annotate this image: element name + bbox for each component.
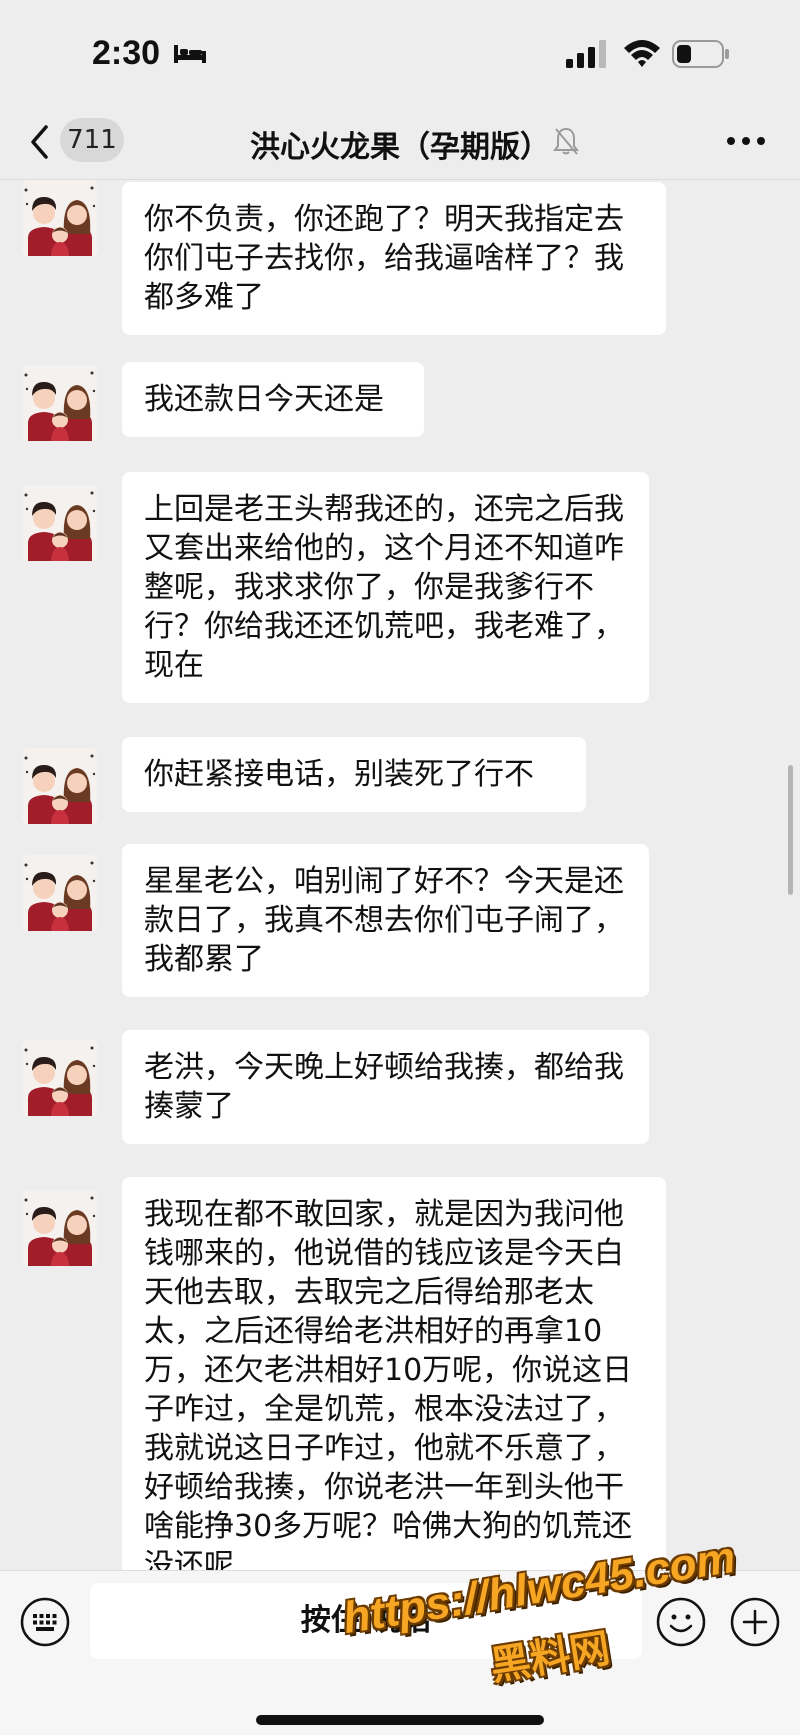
signal-icon bbox=[566, 40, 606, 68]
hold-to-talk-button[interactable]: 按住 说话 bbox=[90, 1583, 642, 1659]
home-indicator bbox=[256, 1715, 544, 1725]
scrollbar[interactable] bbox=[788, 765, 793, 895]
emoji-icon[interactable] bbox=[656, 1597, 706, 1647]
status-time: 2:30 bbox=[92, 34, 161, 72]
mute-icon bbox=[553, 127, 579, 155]
message-bubble[interactable]: 你赶紧接电话，别装死了行不 bbox=[122, 737, 586, 812]
message-bubble[interactable]: 我还款日今天还是 bbox=[122, 362, 424, 437]
avatar[interactable] bbox=[22, 1190, 98, 1266]
chat-title[interactable]: 洪心火龙果（孕期版） bbox=[0, 122, 800, 166]
avatar[interactable] bbox=[22, 748, 98, 824]
message-bubble[interactable]: 我现在都不敢回家，就是因为我问他钱哪来的，他说借的钱应该是今天白天他去取，去取完… bbox=[122, 1177, 666, 1603]
keyboard-icon[interactable] bbox=[20, 1597, 70, 1647]
message-bubble[interactable]: 上回是老王头帮我还的，还完之后我又套出来给他的，这个月还不知道咋整呢，我求求你了… bbox=[122, 472, 649, 703]
message-bubble[interactable]: 你不负责，你还跑了？明天我指定去你们屯子去找你，给我逼啥样了？我都多难了 bbox=[122, 182, 666, 335]
wifi-icon bbox=[624, 40, 660, 67]
chat-header: 711 洪心火龙果（孕期版） bbox=[0, 100, 800, 180]
avatar[interactable] bbox=[22, 180, 98, 256]
status-bar: 2:30 bbox=[0, 0, 800, 100]
input-bar: 按住 说话 bbox=[0, 1570, 800, 1735]
avatar[interactable] bbox=[22, 365, 98, 441]
more-icon[interactable] bbox=[726, 136, 766, 146]
message-bubble[interactable]: 老洪，今天晚上好顿给我揍，都给我揍蒙了 bbox=[122, 1030, 649, 1144]
message-bubble[interactable]: 星星老公，咱别闹了好不？今天是还款日了，我真不想去你们屯子闹了，我都累了 bbox=[122, 844, 649, 997]
avatar[interactable] bbox=[22, 485, 98, 561]
avatar[interactable] bbox=[22, 1040, 98, 1116]
avatar[interactable] bbox=[22, 855, 98, 931]
bed-icon bbox=[174, 45, 206, 63]
plus-icon[interactable] bbox=[730, 1597, 780, 1647]
battery-icon bbox=[672, 40, 729, 68]
